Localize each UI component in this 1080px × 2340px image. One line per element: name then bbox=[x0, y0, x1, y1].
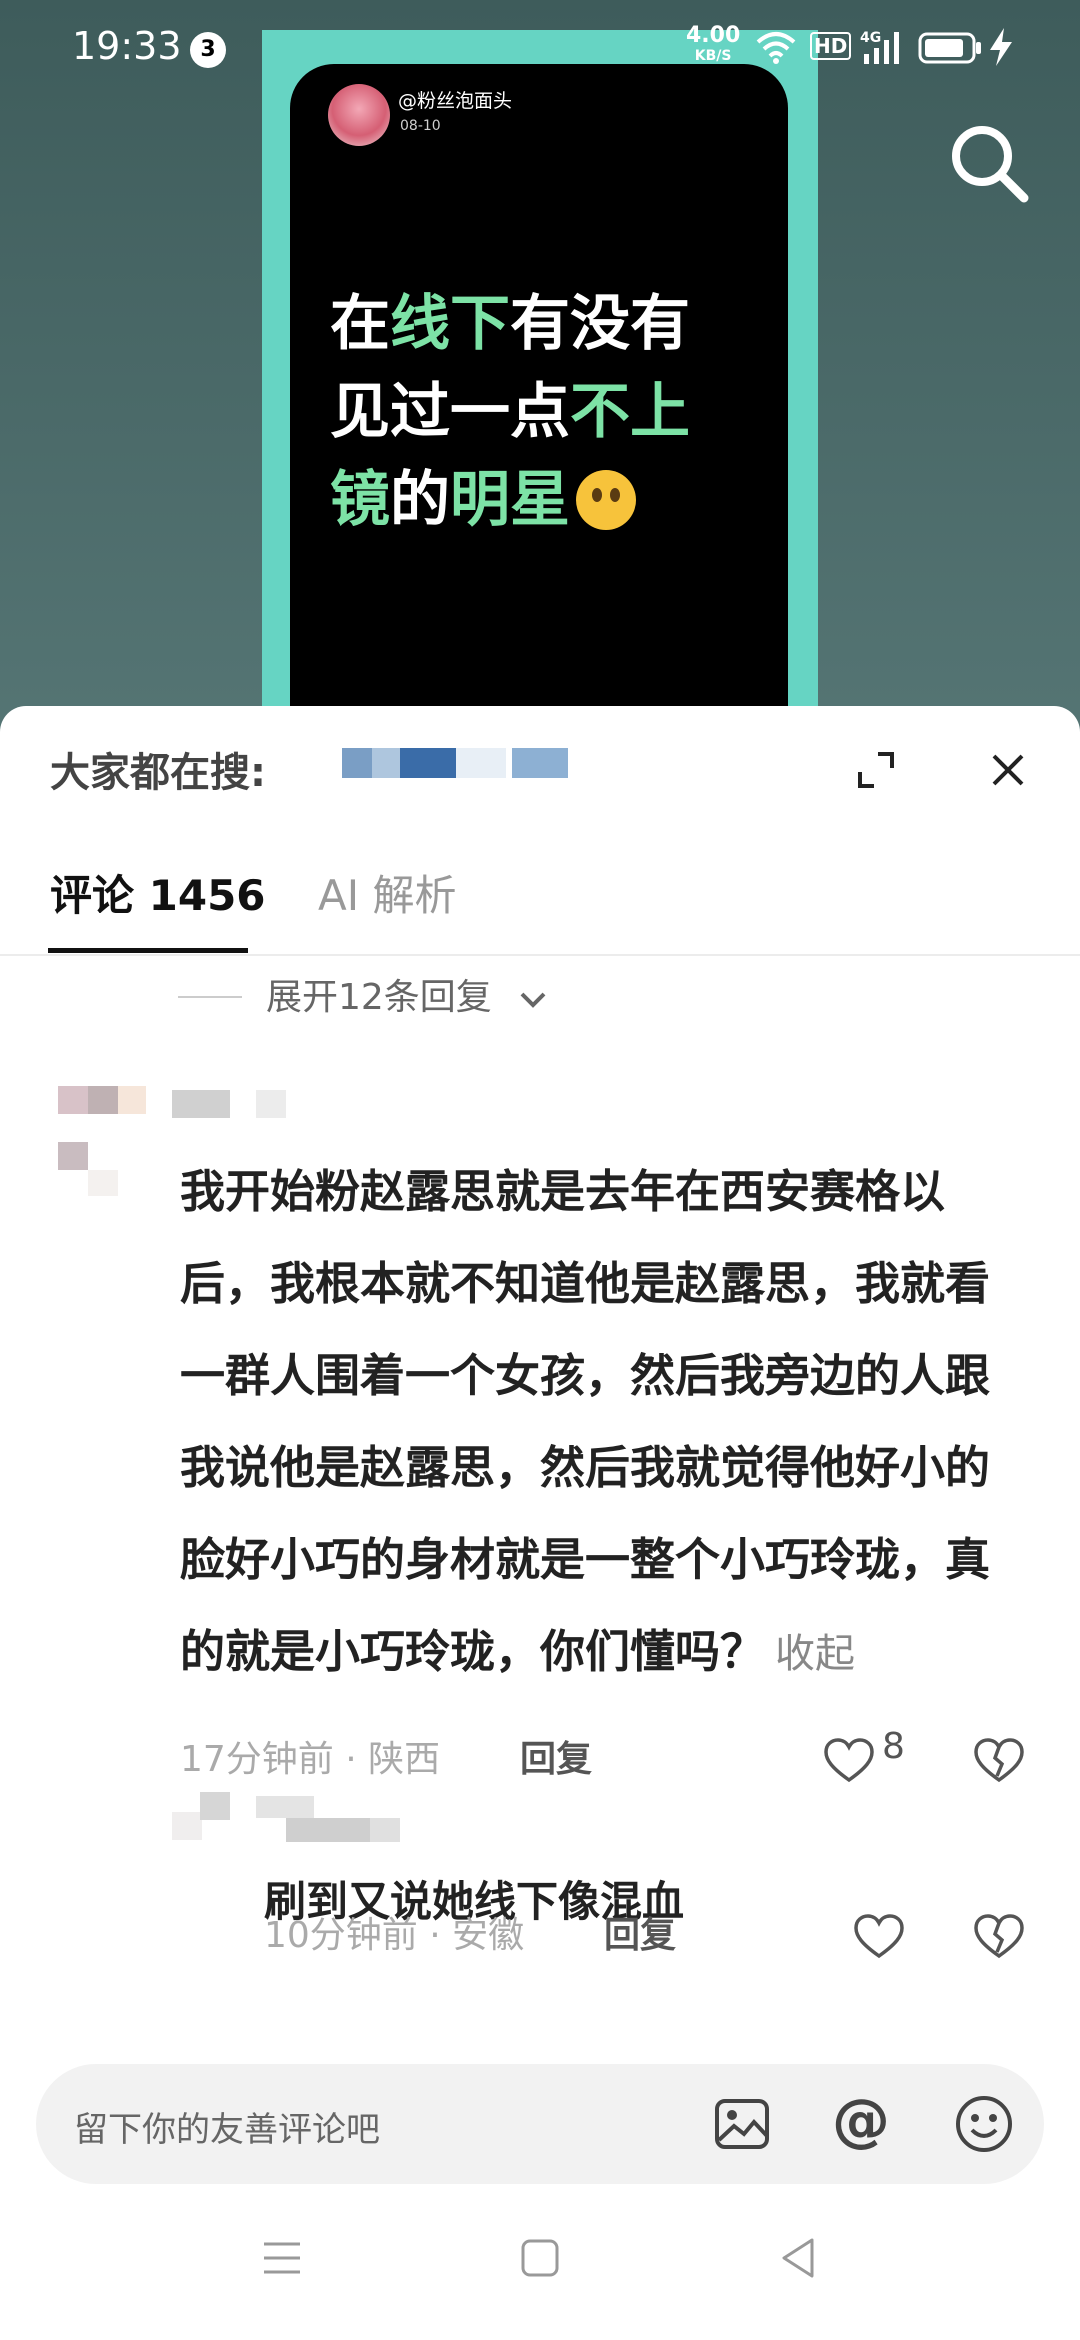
comment-sheet: 大家都在搜: 评论 1456 AI 解析 展开12条回复 我开始粉赵露思就是去年… bbox=[0, 706, 1080, 2340]
username[interactable] bbox=[256, 1796, 402, 1842]
blurred-text bbox=[400, 748, 456, 778]
comment-input-placeholder: 留下你的友善评论吧 bbox=[74, 2110, 380, 2150]
video-area[interactable]: @粉丝泡面头 08-10 在线下有没有 见过一点不上 镜的明星 bbox=[0, 0, 1080, 740]
reply-time-value: 10分钟前 bbox=[264, 1915, 418, 1956]
search-icon[interactable] bbox=[944, 118, 1034, 208]
comment-text: 我开始粉赵露思就是去年在西安赛格以后，我根本就不知道他是赵露思，我就看一群人围着… bbox=[180, 1165, 991, 1678]
notification-badge: 3 bbox=[190, 32, 226, 68]
battery-icon bbox=[918, 32, 981, 64]
active-tab-indicator bbox=[48, 948, 248, 953]
close-icon[interactable] bbox=[988, 750, 1028, 790]
reply-button[interactable]: 回复 bbox=[520, 1730, 592, 1782]
video-card[interactable]: @粉丝泡面头 08-10 在线下有没有 见过一点不上 镜的明星 bbox=[290, 64, 788, 730]
reply-button[interactable]: 回复 bbox=[604, 1906, 676, 1958]
signal-icon: 4G bbox=[860, 30, 899, 64]
trending-label: 大家都在搜: bbox=[50, 750, 266, 796]
caption-highlight: 明星 bbox=[450, 465, 570, 535]
tab-ai-analysis[interactable]: AI 解析 bbox=[318, 862, 456, 923]
avatar[interactable] bbox=[58, 1086, 146, 1196]
pleading-face-icon bbox=[576, 470, 636, 530]
divider bbox=[0, 954, 1080, 956]
caption-highlight: 不上 bbox=[570, 377, 690, 447]
caption-text: 有没有 bbox=[510, 289, 690, 359]
reply-time: 10分钟前 · 安徽 bbox=[264, 1915, 525, 1956]
hd-icon: HD bbox=[810, 32, 852, 60]
chevron-down-icon[interactable] bbox=[516, 986, 550, 1014]
net-speed-value: 4.00 bbox=[686, 23, 741, 48]
blurred-text bbox=[512, 748, 568, 778]
divider bbox=[178, 996, 242, 998]
caption-text: 的 bbox=[390, 465, 450, 535]
tab-comments[interactable]: 评论 1456 bbox=[50, 862, 266, 923]
comment-input[interactable]: 留下你的友善评论吧 @ bbox=[36, 2064, 1044, 2184]
like-count: 8 bbox=[882, 1726, 905, 1767]
status-bar: 19:33 3 4.00 KB/S HD 4G bbox=[0, 0, 1080, 96]
comment-time-value: 17分钟前 bbox=[180, 1739, 334, 1780]
reply-location: 安徽 bbox=[452, 1915, 525, 1956]
comment-location: 陕西 bbox=[368, 1739, 441, 1780]
charging-icon bbox=[990, 28, 1012, 66]
expand-replies-button[interactable]: 展开12条回复 bbox=[266, 968, 492, 1020]
clock: 19:33 bbox=[72, 24, 182, 68]
home-icon[interactable] bbox=[520, 2238, 560, 2278]
post-date: 08-10 bbox=[400, 118, 441, 134]
network-type: 4G bbox=[860, 30, 881, 46]
heart-icon[interactable] bbox=[824, 1738, 874, 1784]
blurred-text bbox=[456, 748, 506, 778]
caption-highlight: 线下 bbox=[390, 289, 510, 359]
collapse-button[interactable]: 收起 bbox=[775, 1631, 855, 1677]
comment-body: 我开始粉赵露思就是去年在西安赛格以后，我根本就不知道他是赵露思，我就看一群人围着… bbox=[180, 1146, 1030, 1700]
username[interactable] bbox=[172, 1090, 292, 1120]
net-speed-unit: KB/S bbox=[694, 48, 732, 64]
broken-heart-icon[interactable] bbox=[974, 1914, 1024, 1960]
heart-icon[interactable] bbox=[854, 1914, 904, 1960]
network-speed: 4.00 KB/S bbox=[686, 23, 741, 66]
broken-heart-icon[interactable] bbox=[974, 1738, 1024, 1784]
back-icon[interactable] bbox=[778, 2236, 818, 2280]
blurred-text bbox=[342, 748, 372, 778]
video-caption: 在线下有没有 见过一点不上 镜的明星 bbox=[330, 280, 770, 544]
emoji-icon[interactable] bbox=[954, 2094, 1014, 2154]
caption-text: 见过一点 bbox=[330, 377, 570, 447]
menu-icon[interactable] bbox=[262, 2238, 302, 2278]
caption-highlight: 镜 bbox=[330, 465, 390, 535]
wifi-icon bbox=[756, 32, 796, 64]
caption-text: 在 bbox=[330, 289, 390, 359]
image-icon[interactable] bbox=[712, 2094, 772, 2154]
mention-icon[interactable]: @ bbox=[832, 2086, 890, 2154]
blurred-text bbox=[372, 748, 400, 778]
expand-icon[interactable] bbox=[856, 750, 896, 790]
comment-time: 17分钟前 · 陕西 bbox=[180, 1739, 441, 1780]
